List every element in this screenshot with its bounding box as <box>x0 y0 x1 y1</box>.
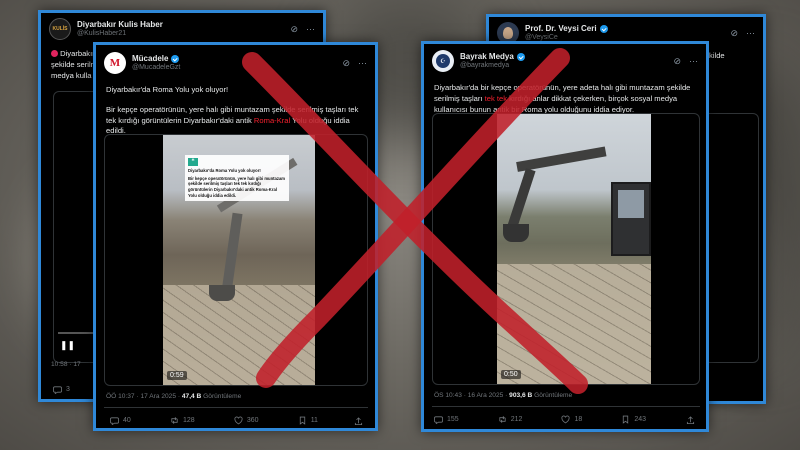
avatar[interactable]: M <box>104 52 126 74</box>
tweet-header: ☪ Bayrak Medya @bayrakmedya ⊘ ··· <box>424 44 706 77</box>
grok-icon[interactable]: ⊘ <box>290 24 298 35</box>
like-action[interactable]: 360 <box>234 416 259 425</box>
tweet-card-bayrak[interactable]: ☪ Bayrak Medya @bayrakmedya ⊘ ··· Diyarb… <box>421 41 709 432</box>
verified-badge-icon <box>171 54 180 63</box>
view-label: Görüntüleme <box>201 393 242 400</box>
bookmark-action[interactable]: 11 <box>298 416 318 425</box>
excavator-bucket <box>503 224 529 242</box>
author-name[interactable]: Bayrak Medya <box>460 52 514 61</box>
grok-icon[interactable]: ⊘ <box>342 58 350 69</box>
tweet-actions: 40 128 360 11 <box>110 416 318 425</box>
avatar[interactable]: KULİS <box>49 18 71 40</box>
author-handle[interactable]: @MucadeleGzt <box>132 64 180 72</box>
bookmark-icon <box>623 415 629 424</box>
reply-action[interactable]: 3 <box>53 385 70 394</box>
verified-badge-icon <box>516 52 525 61</box>
repost-icon <box>171 417 178 424</box>
repost-count: 212 <box>510 416 523 423</box>
reply-action[interactable]: 155 <box>434 415 459 424</box>
tweet-meta: ÖÖ 10:37 · 17 Ara 2025 · 47,4 B Görüntül… <box>106 393 241 400</box>
excavator-cab <box>611 182 651 256</box>
more-icon[interactable]: ··· <box>746 28 755 38</box>
video-frame <box>497 114 651 384</box>
overlay-title: Diyarbakır'da Roma Yolu yok oluyor! <box>188 168 261 173</box>
tweet-header: M Mücadele @MucadeleGzt ⊘ ··· <box>96 45 375 79</box>
tweet-headline: Diyarbakır'da Roma Yolu yok oluyor! <box>106 85 229 94</box>
more-icon[interactable]: ··· <box>689 56 698 66</box>
video-duration: 0:59 <box>167 371 187 380</box>
bookmark-icon <box>299 416 305 425</box>
heart-icon <box>561 415 570 424</box>
stone-pavement <box>163 285 315 385</box>
tweet-time[interactable]: ÖÖ 10:37 · 17 Ara 2025 · <box>106 393 182 400</box>
pause-icon[interactable]: ❚❚ <box>60 340 75 351</box>
header-icons: ⊘ ··· <box>730 28 755 39</box>
share-icon[interactable] <box>354 417 363 426</box>
grok-icon[interactable]: ⊘ <box>673 56 681 67</box>
view-count: 903,6 B <box>509 392 533 399</box>
video-frame: ❝ Diyarbakır'da Roma Yolu yok oluyor! Bi… <box>163 135 315 385</box>
like-count: 360 <box>246 417 259 424</box>
excavator-arm <box>516 146 607 172</box>
quote-icon: ❝ <box>188 158 198 166</box>
video-player[interactable]: ❝ Diyarbakır'da Roma Yolu yok oluyor! Bi… <box>104 134 368 386</box>
tweet-text-part: medya kulla <box>51 70 92 80</box>
reply-action[interactable]: 40 <box>110 416 131 425</box>
tweet-time[interactable]: ÖS 10:43 · 16 Ara 2025 · <box>434 392 509 399</box>
tweet-header: KULİS Diyarbakır Kulis Haber @KulisHaber… <box>41 13 323 45</box>
grok-icon[interactable]: ⊘ <box>730 28 738 39</box>
view-label: Görüntüleme <box>532 392 573 399</box>
red-circle-icon <box>51 50 58 57</box>
more-icon[interactable]: ··· <box>306 24 315 34</box>
tweet-text-part: Diyarbakır <box>60 49 95 58</box>
divider <box>432 406 700 407</box>
author-handle[interactable]: @bayrakmedya <box>460 62 525 70</box>
repost-icon <box>499 416 506 423</box>
share-icon[interactable] <box>686 416 695 425</box>
tweet-actions: 155 212 18 243 <box>434 415 646 424</box>
more-icon[interactable]: ··· <box>358 58 367 68</box>
header-icons: ⊘ ··· <box>673 56 698 67</box>
bookmark-count: 243 <box>634 416 646 423</box>
reply-count: 40 <box>123 417 131 424</box>
avatar[interactable]: ☪ <box>432 50 454 72</box>
excavator-boom <box>221 212 243 294</box>
like-count: 18 <box>574 416 583 423</box>
divider <box>104 407 368 408</box>
reply-count: 155 <box>447 416 459 423</box>
stone-pavement <box>497 264 651 384</box>
reply-icon <box>53 386 62 394</box>
tweet-text: Bir kepçe operatörünün, yere halı gibi m… <box>96 105 375 137</box>
tweet-text: Diyarbakır'da bir kepçe operatörünün, ye… <box>424 83 706 115</box>
tweet-meta: ÖS 10:43 · 16 Ara 2025 · 903,6 B Görüntü… <box>434 392 572 399</box>
tweet-time[interactable]: 10:58 · 17 <box>51 361 81 368</box>
author-name[interactable]: Diyarbakır Kulis Haber <box>77 20 163 29</box>
reply-count: 3 <box>66 386 70 393</box>
heart-icon <box>234 416 243 425</box>
tweet-card-mucadele[interactable]: M Mücadele @MucadeleGzt ⊘ ··· Diyarbakır… <box>93 42 378 431</box>
reply-icon <box>110 417 119 425</box>
video-duration: 0:50 <box>501 370 521 379</box>
excavator-bucket <box>209 285 235 301</box>
bookmark-action[interactable]: 243 <box>621 415 646 424</box>
bookmark-count: 11 <box>310 417 318 424</box>
author-handle[interactable]: @KulisHaber21 <box>77 30 163 38</box>
overlay-body: Bir kepçe operatörünün, yere halı gibi m… <box>188 175 286 198</box>
like-action[interactable]: 18 <box>561 415 582 424</box>
video-overlay-card: ❝ Diyarbakır'da Roma Yolu yok oluyor! Bi… <box>185 155 289 202</box>
author-name[interactable]: Prof. Dr. Veysi Ceri <box>525 24 597 33</box>
reply-icon <box>434 416 443 424</box>
repost-action[interactable]: 212 <box>498 415 523 424</box>
verified-badge-icon <box>599 24 608 33</box>
author-name[interactable]: Mücadele <box>132 54 168 63</box>
header-icons: ⊘ ··· <box>342 58 367 69</box>
header-icons: ⊘ ··· <box>290 24 315 35</box>
highlighted-text: tek tek <box>484 93 508 103</box>
video-player[interactable]: 0:50 <box>432 113 700 385</box>
repost-count: 128 <box>182 417 195 424</box>
repost-action[interactable]: 128 <box>170 416 195 425</box>
view-count: 47,4 B <box>181 393 202 400</box>
highlighted-text: Roma-Kral <box>253 115 291 125</box>
